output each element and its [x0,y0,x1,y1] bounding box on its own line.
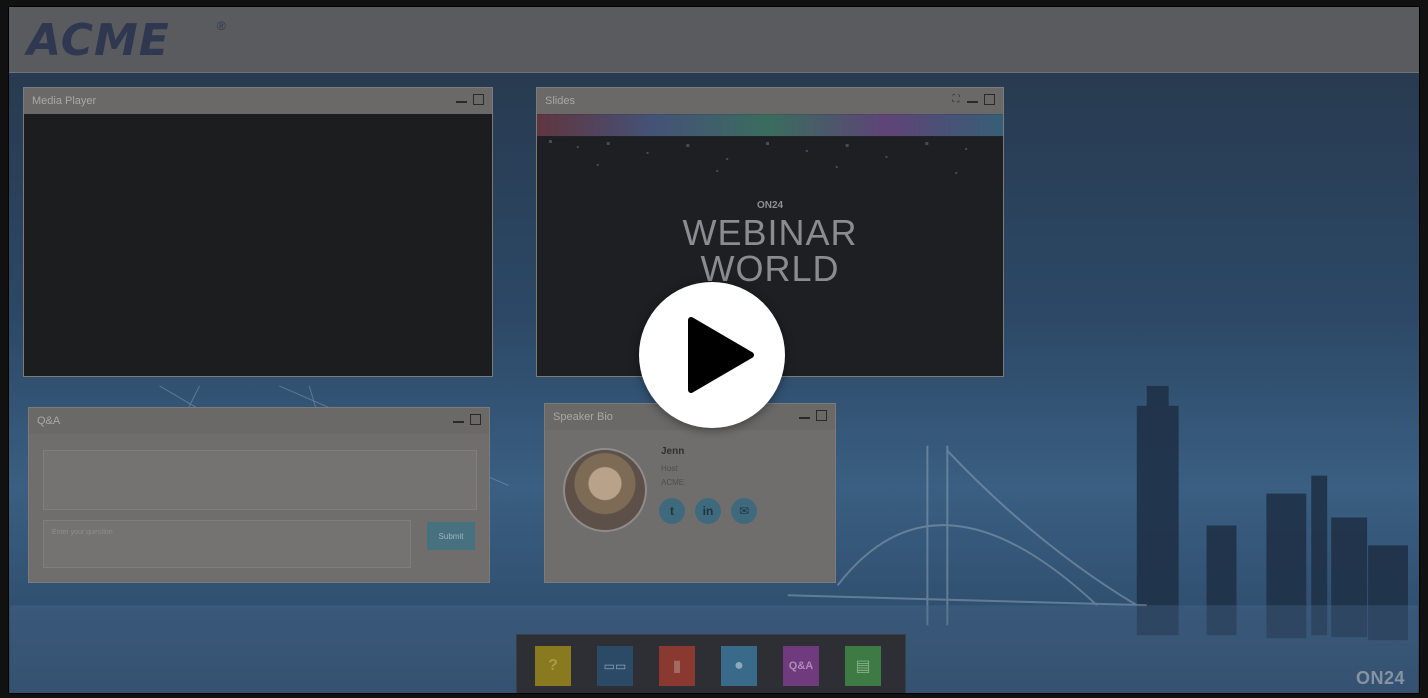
window-controls [799,410,827,421]
linkedin-icon[interactable]: in [695,498,721,524]
play-button[interactable] [639,282,785,428]
maximize-icon[interactable] [473,94,484,105]
speaker-role: Host [661,464,678,473]
window-controls: ⛶ [950,94,995,105]
minimize-icon[interactable] [967,97,978,103]
social-links: t in ✉ [659,498,757,524]
webinar-poster[interactable]: ACME ® Media Player Slides ⛶ ON24 WEBINA… [8,6,1420,694]
qa-panel: Q&A Enter your question Submit [28,407,490,583]
acme-logo: ACME [27,15,170,66]
speaker-bio-body: Jenn Host ACME t in ✉ [545,430,835,582]
on24-logo: ON24 [1355,668,1405,688]
dock-help-button[interactable]: ? [535,646,571,686]
qa-body: Enter your question Submit [29,434,489,582]
minimize-icon[interactable] [456,97,467,103]
speaker-avatar [563,448,647,532]
speaker-company: ACME [661,478,685,487]
panel-title: Media Player [32,95,97,107]
dock-slides-button[interactable]: ▭▭ [597,646,633,686]
confetti-decoration [537,114,1003,174]
dock-qa-button[interactable]: Q&A [783,646,819,686]
qa-history [43,450,477,510]
panel-header: Q&A [29,408,489,434]
maximize-icon[interactable] [470,414,481,425]
panel-title: Q&A [37,415,61,427]
play-icon [688,317,754,393]
media-player-panel: Media Player [23,87,493,377]
panel-title: Speaker Bio [553,411,613,423]
panel-header: Media Player [24,88,492,114]
maximize-icon[interactable] [984,94,995,105]
video-area[interactable] [24,114,492,376]
fullscreen-icon[interactable]: ⛶ [950,94,961,105]
question-input[interactable]: Enter your question [43,520,411,568]
submit-button[interactable]: Submit [427,522,475,550]
slide-brand-text: ON24 [756,200,784,211]
email-icon[interactable]: ✉ [731,498,757,524]
header-bar: ACME ® [9,7,1419,73]
registered-mark: ® [217,19,226,33]
minimize-icon[interactable] [453,417,464,423]
dock-resources-button[interactable]: ▤ [845,646,881,686]
dock-speaker-bio-button[interactable]: ● [721,646,757,686]
panel-title: Slides [545,95,575,107]
panel-header: Slides ⛶ [537,88,1003,114]
window-controls [453,414,481,425]
maximize-icon[interactable] [816,410,827,421]
twitter-icon[interactable]: t [659,498,685,524]
minimize-icon[interactable] [799,413,810,419]
window-controls [456,94,484,105]
dock-media-button[interactable]: ▮ [659,646,695,686]
speaker-bio-panel: Speaker Bio Jenn Host ACME t in ✉ [544,403,836,583]
speaker-name: Jenn [661,446,685,457]
widget-dock: ? ▭▭ ▮ ● Q&A ▤ [516,634,906,693]
